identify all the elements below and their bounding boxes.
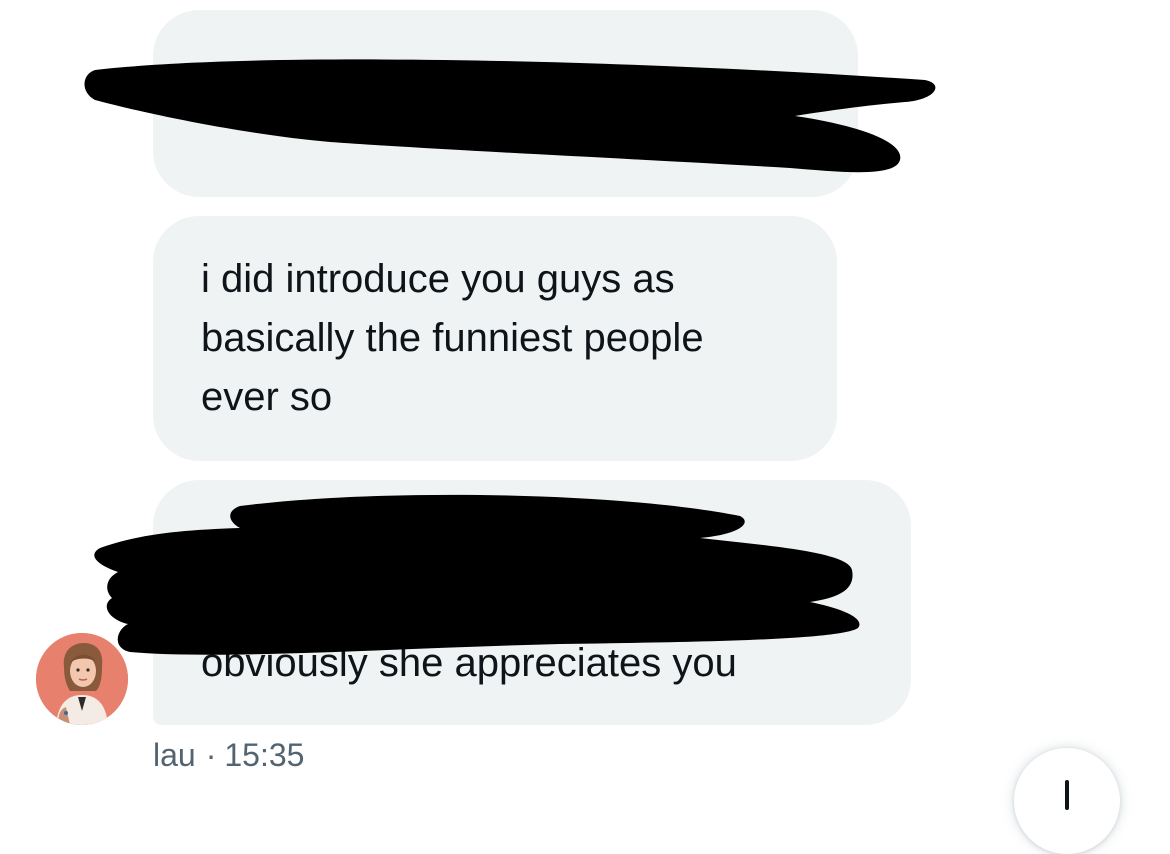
separator-dot: · <box>205 737 217 773</box>
message-text: obviously she appreciates you <box>201 641 737 685</box>
message-text: i did introduce you guys as basically th… <box>201 257 704 419</box>
arrow-down-icon <box>1065 780 1069 810</box>
timestamp: 15:35 <box>224 737 305 773</box>
message-bubble[interactable] <box>153 10 858 197</box>
message-bubble[interactable]: i did introduce you guys as basically th… <box>153 216 837 461</box>
avatar[interactable] <box>36 633 128 725</box>
avatar-portrait <box>36 633 128 725</box>
scroll-to-bottom-button[interactable] <box>1014 748 1120 854</box>
sender-name[interactable]: lau <box>153 737 196 773</box>
message-bubble[interactable]: obviously she appreciates you <box>153 480 911 725</box>
message-meta: lau · 15:35 <box>153 735 304 775</box>
